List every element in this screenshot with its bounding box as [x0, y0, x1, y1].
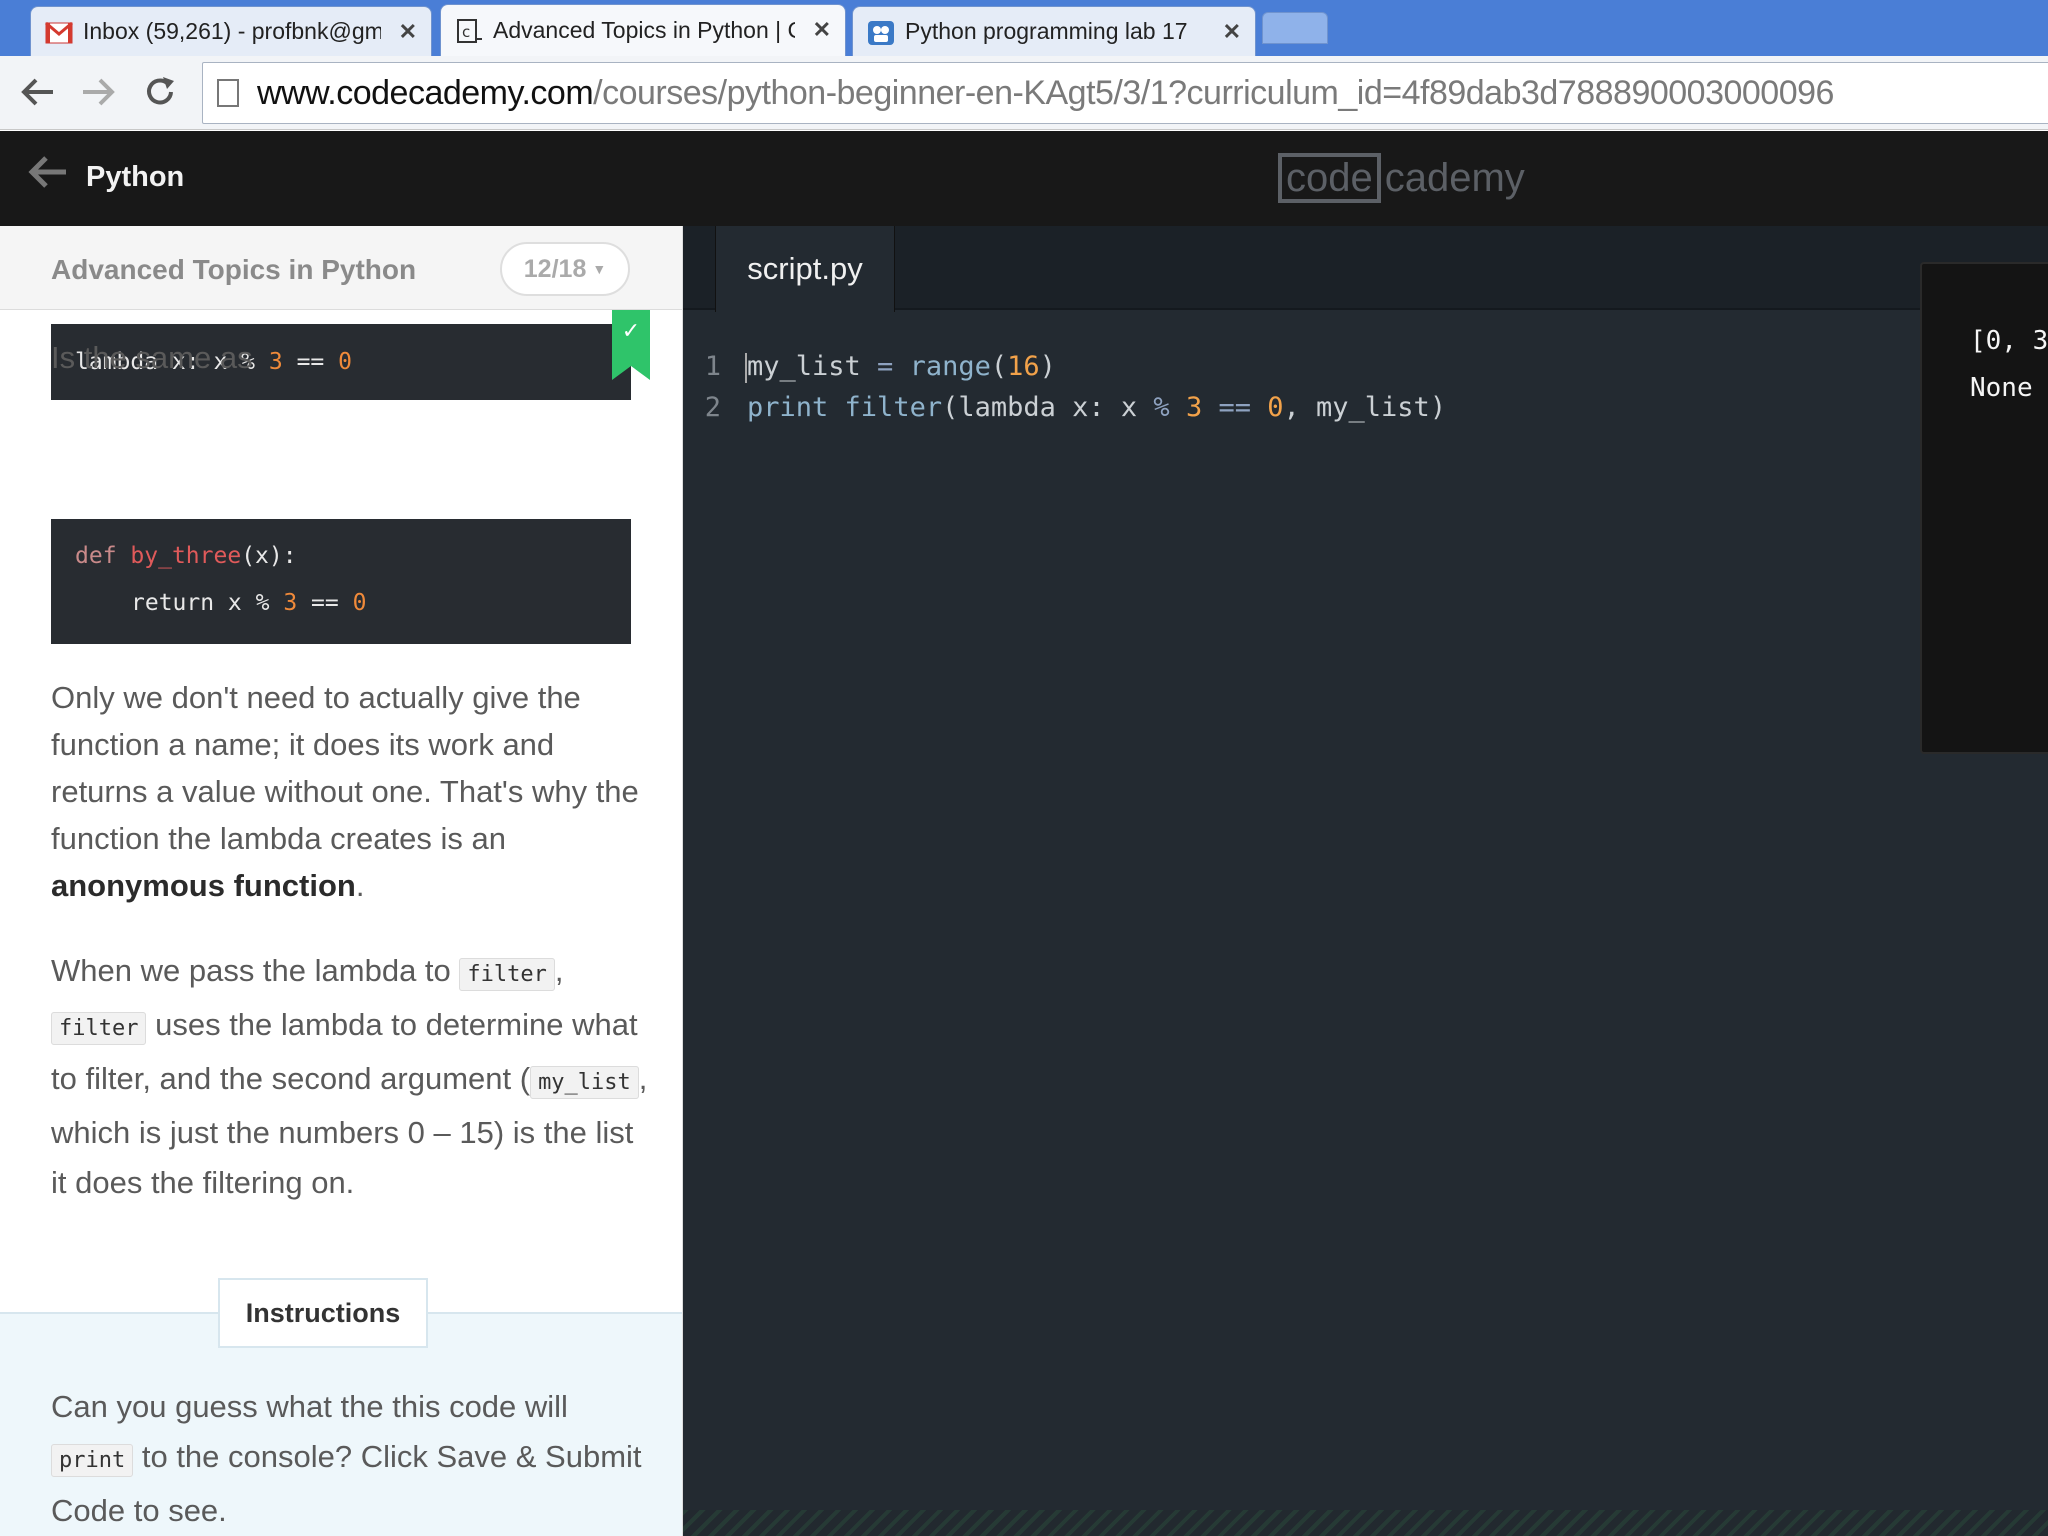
url-text: www.codecademy.com/courses/python-beginn… [257, 73, 1834, 112]
course-title[interactable]: Python [86, 161, 184, 194]
page-icon [217, 79, 239, 107]
codecademy-logo[interactable]: code cademy [1278, 153, 1525, 203]
app-icon [867, 20, 895, 46]
tab-title: Advanced Topics in Python | Codecademy [493, 17, 795, 43]
browser-tab-python-lab[interactable]: Python programming lab 17 ✕ [852, 6, 1256, 56]
chevron-down-icon: ▼ [592, 261, 607, 277]
console-output: [0, 3 None [1970, 326, 2048, 403]
file-tab-script-py[interactable]: script.py [715, 226, 895, 312]
lesson-progress-dropdown[interactable]: 12/18 ▼ [500, 242, 630, 296]
inline-code: my_list [530, 1066, 639, 1099]
codecademy-icon: c [455, 18, 483, 44]
forward-button[interactable] [76, 70, 120, 114]
browser-tab-strip: Inbox (59,261) - profbnk@gmail.com ✕ c A… [0, 0, 2048, 56]
code-editor: script.py 1 my_list = range(16) 2 print … [683, 226, 2048, 1536]
close-icon[interactable]: ✕ [813, 17, 831, 43]
site-header: Python code cademy [0, 131, 2048, 226]
forward-arrow-icon [83, 78, 115, 106]
inline-code: print [51, 1444, 134, 1477]
inline-code: filter [459, 958, 555, 991]
address-bar[interactable]: www.codecademy.com/courses/python-beginn… [202, 62, 2048, 124]
same-as-text: Is the same as [51, 340, 253, 375]
lesson-panel: Advanced Topics in Python 12/18 ▼ lambda… [0, 226, 683, 1536]
instructions-text: Can you guess what the this code will pr… [51, 1389, 642, 1528]
def-code-example: def by_three(x): return x % 3 == 0 [51, 519, 631, 644]
back-arrow-icon [21, 78, 53, 106]
browser-tab-codecademy[interactable]: c Advanced Topics in Python | Codecademy… [440, 4, 846, 56]
unit-title: Advanced Topics in Python [51, 254, 417, 285]
code-line[interactable]: 1 my_list = range(16) [683, 346, 1446, 387]
browser-tab-gmail[interactable]: Inbox (59,261) - profbnk@gmail.com ✕ [30, 6, 432, 56]
reload-icon [147, 77, 174, 105]
new-tab-button[interactable] [1262, 12, 1328, 44]
close-icon[interactable]: ✕ [1223, 19, 1241, 45]
instructions-tab[interactable]: Instructions [218, 1278, 428, 1348]
back-button[interactable] [16, 70, 60, 114]
svg-text:c: c [462, 23, 470, 41]
lesson-paragraph-2: When we pass the lambda to filter, filte… [51, 953, 648, 1200]
back-arrow-icon[interactable] [28, 151, 68, 200]
code-line[interactable]: 2 print filter(lambda x: x % 3 == 0, my_… [683, 387, 1446, 428]
close-icon[interactable]: ✕ [399, 19, 417, 45]
editor-footer-stripe [683, 1510, 2048, 1536]
progress-text: 12/18 [523, 254, 587, 283]
gmail-icon [45, 20, 73, 46]
line-number: 1 [704, 351, 721, 382]
output-console: [0, 3 None [1920, 262, 2048, 754]
editor-tab-bar: script.py [683, 226, 2048, 312]
lesson-paragraph-1: Only we don't need to actually give the … [51, 680, 639, 903]
reload-button[interactable] [138, 70, 182, 114]
lesson-header: Advanced Topics in Python 12/18 ▼ [0, 226, 682, 310]
tab-title: Python programming lab 17 [905, 18, 1188, 44]
inline-code: filter [51, 1012, 147, 1045]
browser-toolbar: www.codecademy.com/courses/python-beginn… [0, 56, 2048, 130]
code-area[interactable]: 1 my_list = range(16) 2 print filter(lam… [683, 346, 1446, 428]
line-number: 2 [704, 392, 721, 423]
tab-title: Inbox (59,261) - profbnk@gmail.com [83, 18, 381, 44]
